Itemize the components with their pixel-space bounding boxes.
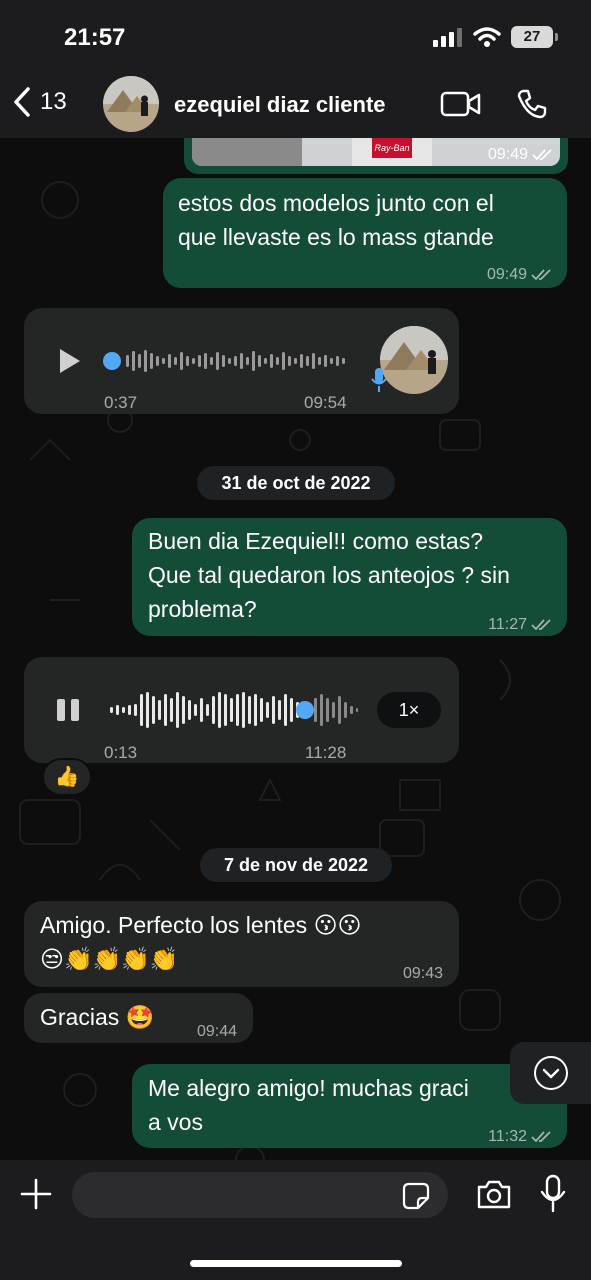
voice-waveform[interactable] <box>102 346 352 376</box>
avatar-image <box>103 76 159 132</box>
rayban-label: Ray-Ban <box>372 138 412 158</box>
voice-message[interactable]: 0:13 11:28 1× <box>24 657 459 763</box>
message-meta: 09:49 <box>488 138 554 172</box>
battery-indicator: 27 <box>511 26 558 48</box>
contact-avatar[interactable] <box>103 76 159 132</box>
message-input[interactable] <box>72 1172 448 1218</box>
date-separator: 7 de nov de 2022 <box>200 848 392 882</box>
home-indicator <box>190 1260 402 1267</box>
status-time: 21:57 <box>64 24 126 51</box>
mic-icon[interactable] <box>540 1174 566 1214</box>
message-time: 09:49 <box>486 266 527 283</box>
chevron-left-icon <box>14 87 30 117</box>
playback-speed-button[interactable]: 1× <box>377 692 441 728</box>
message-text: Me alegro amigo! muchas graci a vos <box>148 1075 469 1135</box>
reaction-badge[interactable]: 👍 <box>42 758 92 796</box>
video-call-icon[interactable] <box>440 90 482 118</box>
signal-icon <box>433 28 462 47</box>
contact-name[interactable]: ezequiel diaz cliente <box>174 92 386 118</box>
phone-call-icon[interactable] <box>516 88 548 120</box>
unread-count: 13 <box>40 88 67 115</box>
message-time: 09:49 <box>487 146 528 163</box>
scroll-to-bottom-button[interactable] <box>510 1042 591 1104</box>
message-meta: 11:32 <box>488 1120 553 1148</box>
sticker-icon[interactable] <box>402 1182 430 1210</box>
message-text: Buen dia Ezequiel!! como estas? Que tal … <box>148 528 510 622</box>
outgoing-message[interactable]: estos dos modelos junto con el que lleva… <box>163 178 567 288</box>
voice-duration: 0:13 <box>104 743 138 762</box>
status-icons: 27 <box>433 26 558 48</box>
voice-message[interactable]: 0:37 09:54 <box>24 308 459 414</box>
plus-icon[interactable] <box>20 1178 52 1210</box>
play-icon[interactable] <box>54 346 84 376</box>
back-button[interactable]: 13 <box>12 86 67 118</box>
camera-icon[interactable] <box>476 1178 512 1210</box>
message-time: 11:27 <box>488 616 527 633</box>
double-check-icon <box>532 149 552 161</box>
message-time: 11:32 <box>488 1128 527 1145</box>
double-check-icon <box>531 619 551 631</box>
chat-header: 13 ezequiel diaz cliente <box>0 70 591 138</box>
chevron-down-circle-icon <box>533 1056 568 1090</box>
message-text: Gracias 🤩 <box>40 1004 155 1030</box>
date-separator: 31 de oct de 2022 <box>197 466 395 500</box>
voice-duration: 0:37 <box>104 393 138 412</box>
message-meta: 11:27 <box>488 608 553 642</box>
composer-bar <box>0 1160 591 1280</box>
outgoing-message[interactable]: Me alegro amigo! muchas graci a vos 11:3… <box>132 1064 567 1148</box>
image-message[interactable]: Ray-Ban 09:49 <box>184 138 568 174</box>
message-meta: 09:49 <box>487 258 553 292</box>
double-check-icon <box>531 269 551 281</box>
message-time: 11:28 <box>305 743 347 762</box>
incoming-message[interactable]: Gracias 🤩 09:44 <box>24 993 253 1043</box>
avatar-image <box>380 326 448 394</box>
message-meta: 09:44 <box>197 1015 237 1049</box>
message-text: Amigo. Perfecto los lentes 😗😗 😒👏👏👏👏 <box>40 912 362 972</box>
mic-icon <box>371 368 387 392</box>
voice-sender-avatar <box>380 326 448 394</box>
message-time: 09:44 <box>196 1023 237 1040</box>
status-bar: 21:57 27 <box>0 0 591 70</box>
double-check-icon <box>531 1131 551 1143</box>
message-meta: 09:43 <box>403 957 443 991</box>
message-text: estos dos modelos junto con el que lleva… <box>178 190 494 250</box>
incoming-message[interactable]: Amigo. Perfecto los lentes 😗😗 😒👏👏👏👏 09:4… <box>24 901 459 987</box>
message-time: 09:54 <box>304 393 347 412</box>
voice-waveform[interactable] <box>108 690 358 730</box>
outgoing-message[interactable]: Buen dia Ezequiel!! como estas? Que tal … <box>132 518 567 636</box>
wifi-icon <box>473 27 501 47</box>
pause-icon[interactable] <box>55 697 81 723</box>
message-time: 09:43 <box>402 965 443 982</box>
